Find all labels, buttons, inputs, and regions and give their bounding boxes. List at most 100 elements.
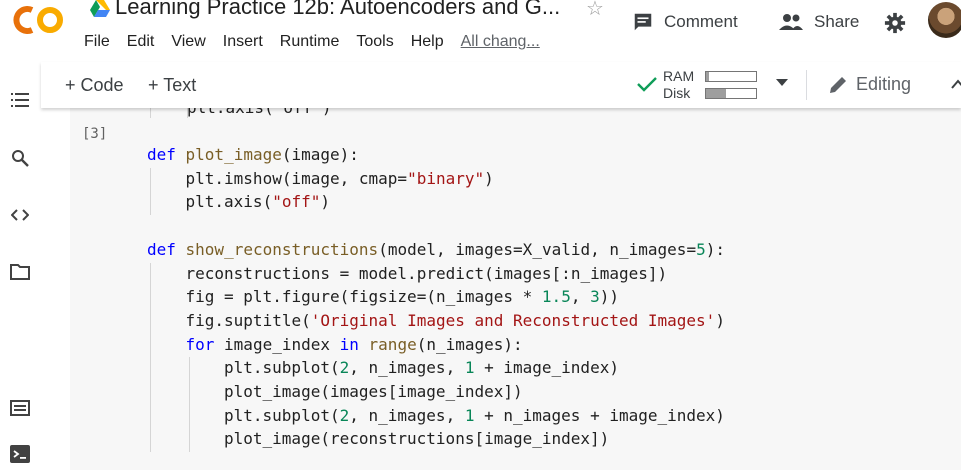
code-token: def bbox=[147, 239, 186, 259]
indent-guide bbox=[150, 381, 151, 405]
code-line: for image_index in range(n_images): bbox=[186, 334, 523, 356]
editing-mode-button[interactable]: Editing bbox=[828, 74, 911, 95]
code-token: , bbox=[570, 287, 591, 307]
menu-help[interactable]: Help bbox=[411, 33, 444, 51]
code-token: 5 bbox=[696, 239, 706, 259]
code-editor[interactable]: plt.axis("off") def plot_image(image):pl… bbox=[70, 108, 961, 470]
code-token: ) bbox=[715, 310, 725, 330]
code-token: plt.axis( bbox=[185, 192, 273, 212]
menu-file[interactable]: File bbox=[84, 33, 110, 51]
code-token: range bbox=[358, 334, 417, 354]
chevron-up-icon[interactable] bbox=[951, 79, 961, 89]
code-line: reconstructions = model.predict(images[:… bbox=[186, 263, 668, 285]
code-line: plot_image(images[image_index]) bbox=[224, 381, 523, 403]
code-token: plot_image(reconstructions[image_index]) bbox=[224, 429, 610, 449]
indent-guide bbox=[150, 309, 151, 334]
comment-icon bbox=[634, 13, 652, 31]
resources-dropdown-arrow-icon[interactable] bbox=[776, 79, 788, 86]
notebook-title[interactable]: Learning Practice 12b: Autoencoders and … bbox=[115, 0, 560, 20]
header: Learning Practice 12b: Autoencoders and … bbox=[0, 0, 961, 62]
add-text-button[interactable]: + Text bbox=[148, 75, 196, 96]
indent-guide bbox=[150, 108, 151, 118]
code-token: plt.subplot( bbox=[224, 405, 340, 425]
files-icon[interactable] bbox=[9, 261, 31, 283]
star-icon[interactable]: ☆ bbox=[586, 0, 604, 21]
share-button[interactable]: Share bbox=[778, 6, 859, 38]
code-token: fig.suptitle( bbox=[185, 310, 311, 330]
all-changes-link[interactable]: All chang... bbox=[461, 33, 540, 51]
menu-bar: File Edit View Insert Runtime Tools Help… bbox=[84, 33, 557, 51]
code-line: plot_image(reconstructions[image_index]) bbox=[224, 428, 609, 450]
code-token: plot_image(images[image_index]) bbox=[224, 382, 523, 401]
indent-guide bbox=[150, 357, 151, 381]
indent-guide bbox=[150, 262, 151, 287]
add-code-button[interactable]: + Code bbox=[65, 75, 124, 96]
code-token: ): bbox=[705, 239, 725, 259]
indent-guide bbox=[150, 167, 151, 192]
menu-edit[interactable]: Edit bbox=[127, 33, 155, 51]
code-token: + image_index) bbox=[474, 358, 619, 378]
code-token: (model, images=X_valid, n_images= bbox=[378, 239, 697, 259]
code-token: plt.subplot( bbox=[224, 358, 340, 378]
code-line: plt.axis("off") bbox=[186, 191, 331, 213]
people-icon bbox=[779, 14, 803, 30]
code-token: )) bbox=[599, 287, 619, 307]
menu-insert[interactable]: Insert bbox=[223, 33, 263, 51]
command-palette-icon[interactable] bbox=[9, 397, 31, 419]
code-token: plot_image bbox=[185, 145, 282, 164]
code-snippets-icon[interactable] bbox=[9, 204, 31, 226]
indent-guide bbox=[188, 381, 190, 405]
indent-guide bbox=[150, 286, 151, 310]
code-cell[interactable]: [3] plt.axis("off") def plot_image(image… bbox=[70, 108, 961, 470]
previous-code-line: plt.axis("off") bbox=[187, 108, 332, 119]
code-token: for bbox=[185, 334, 215, 354]
left-sidebar bbox=[0, 62, 41, 470]
menu-view[interactable]: View bbox=[171, 33, 205, 51]
indent-guide bbox=[188, 428, 190, 453]
indent-guide bbox=[150, 333, 151, 358]
code-line: def show_reconstructions(model, images=X… bbox=[147, 239, 725, 261]
disk-label: Disk bbox=[663, 85, 691, 101]
terminal-icon[interactable] bbox=[9, 443, 31, 465]
table-of-contents-icon[interactable] bbox=[9, 89, 31, 111]
code-token: 2 bbox=[339, 358, 350, 378]
menu-tools[interactable]: Tools bbox=[356, 33, 393, 51]
menu-runtime[interactable]: Runtime bbox=[280, 33, 340, 51]
code-token: + n_images + image_index) bbox=[474, 405, 725, 425]
code-token: "off" bbox=[272, 192, 321, 212]
notebook-toolbar: + Code + Text RAM Disk Editing bbox=[41, 62, 961, 108]
code-line: plt.subplot(2, n_images, 1 + n_images + … bbox=[224, 405, 725, 427]
indent-guide bbox=[188, 357, 190, 381]
comment-label: Comment bbox=[664, 12, 738, 31]
indent-guide bbox=[150, 191, 151, 216]
user-avatar[interactable] bbox=[928, 2, 961, 38]
colab-logo[interactable] bbox=[10, 2, 68, 38]
search-icon[interactable] bbox=[9, 147, 31, 169]
editing-label: Editing bbox=[856, 74, 912, 94]
disk-usage-bar bbox=[705, 88, 757, 99]
comment-button[interactable]: Comment bbox=[632, 6, 738, 38]
code-line: fig = plt.figure(figsize=(n_images * 1.5… bbox=[186, 286, 620, 308]
indent-guide bbox=[188, 404, 190, 429]
code-token: image_index bbox=[214, 334, 340, 354]
indent-guide bbox=[150, 428, 151, 453]
code-token: (image): bbox=[281, 145, 359, 164]
code-line: fig.suptitle('Original Images and Recons… bbox=[186, 310, 725, 332]
ram-label: RAM bbox=[663, 68, 695, 84]
code-token: 'Original Images and Reconstructed Image… bbox=[310, 310, 716, 330]
code-token: ) bbox=[320, 192, 331, 212]
ram-usage-bar bbox=[705, 71, 757, 82]
code-token: in bbox=[339, 334, 359, 354]
code-token: 3 bbox=[590, 287, 600, 307]
indent-guide bbox=[150, 404, 151, 429]
code-line: def plot_image(image): bbox=[147, 144, 359, 166]
drive-icon[interactable] bbox=[90, 0, 110, 18]
toolbar-divider bbox=[806, 70, 807, 100]
indent-guide bbox=[187, 108, 188, 118]
settings-gear-icon[interactable] bbox=[884, 12, 906, 34]
code-line: plt.subplot(2, n_images, 1 + image_index… bbox=[224, 357, 619, 379]
code-token: show_reconstructions bbox=[185, 239, 379, 259]
pencil-icon bbox=[830, 76, 846, 93]
code-token: fig = plt.figure(figsize=(n_images * bbox=[185, 287, 542, 307]
code-token: , n_images, bbox=[349, 405, 465, 425]
